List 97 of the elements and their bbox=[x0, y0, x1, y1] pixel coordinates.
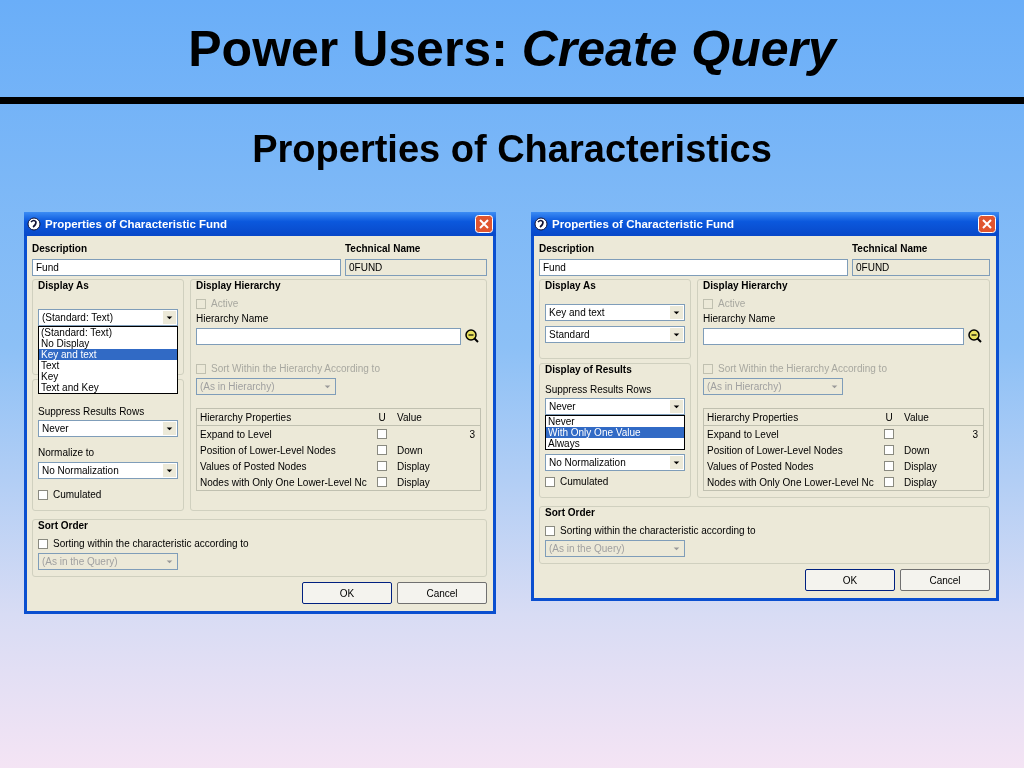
checkbox[interactable] bbox=[884, 461, 894, 471]
dropdown-option[interactable]: With Only One Value bbox=[546, 427, 684, 438]
dropdown[interactable]: Key and text bbox=[545, 304, 685, 321]
field-label: Description bbox=[539, 242, 595, 254]
dropdown[interactable]: Standard bbox=[545, 326, 685, 343]
checkbox-label: Active bbox=[718, 298, 746, 309]
checkbox[interactable] bbox=[377, 477, 387, 487]
hierarchy-name-field[interactable] bbox=[196, 327, 461, 345]
checkbox-label: Cumulated bbox=[560, 476, 609, 487]
checkbox-label: Sort Within the Hierarchy According to bbox=[211, 363, 380, 374]
app-icon bbox=[27, 217, 41, 231]
table-cell-text: Nodes with Only One Lower-Level Nc bbox=[706, 476, 875, 488]
dialog-button[interactable]: OK bbox=[302, 582, 392, 604]
caret-icon bbox=[670, 328, 683, 341]
technical-name-field: 0FUND bbox=[345, 259, 487, 276]
window-title: Properties of Characteristic Fund bbox=[45, 218, 229, 230]
field-label: Suppress Results Rows bbox=[38, 406, 146, 417]
checkbox-label: Cumulated bbox=[53, 489, 102, 500]
dialog-button[interactable]: OK bbox=[805, 569, 895, 591]
field-label: Hierarchy Name bbox=[196, 313, 270, 324]
table-cell-text: Values of Posted Nodes bbox=[706, 460, 815, 472]
group-title: Sort Order bbox=[38, 520, 89, 533]
checkbox[interactable] bbox=[377, 445, 387, 455]
dropdown-option[interactable]: No Display bbox=[39, 338, 177, 349]
group-title: Display Hierarchy bbox=[703, 280, 789, 293]
column-header: Value bbox=[396, 411, 423, 423]
description-field[interactable]: Fund bbox=[539, 259, 848, 276]
search-icon[interactable] bbox=[966, 327, 984, 345]
checkbox[interactable] bbox=[38, 489, 48, 500]
dropdown-option[interactable]: Text bbox=[39, 360, 177, 371]
table-cell-text: Down bbox=[396, 444, 424, 456]
dropdown-option[interactable]: (Standard: Text) bbox=[39, 327, 177, 338]
field-label: Normalize to bbox=[38, 447, 96, 459]
table-cell-text: Display bbox=[903, 476, 938, 488]
field-label: Hierarchy Name bbox=[703, 313, 777, 324]
technical-name-field: 0FUND bbox=[852, 259, 990, 276]
field-label: Suppress Results Rows bbox=[545, 384, 653, 395]
description-field[interactable]: Fund bbox=[32, 259, 341, 276]
caret-icon bbox=[670, 456, 683, 469]
table-cell-text: 3 bbox=[971, 428, 979, 440]
checkbox[interactable] bbox=[377, 429, 387, 439]
table-cell-text: Display bbox=[903, 460, 938, 472]
dialog-button[interactable]: Cancel bbox=[397, 582, 487, 604]
dropdown[interactable]: No Normalization bbox=[38, 462, 178, 479]
hierarchy-name-field[interactable] bbox=[703, 327, 964, 345]
group-title: Display of Results bbox=[545, 364, 633, 377]
window-title: Properties of Characteristic Fund bbox=[552, 218, 736, 230]
close-icon[interactable] bbox=[475, 215, 493, 233]
checkbox[interactable] bbox=[377, 461, 387, 471]
column-header: U bbox=[377, 411, 387, 423]
table-cell-text: Down bbox=[903, 444, 931, 456]
dropdown[interactable]: No Normalization bbox=[545, 454, 685, 471]
table-cell-text: Values of Posted Nodes bbox=[199, 460, 308, 472]
field-label: Description bbox=[32, 242, 88, 254]
group-title: Sort Order bbox=[545, 507, 596, 520]
dropdown-option[interactable]: Never bbox=[546, 416, 684, 427]
checkbox[interactable] bbox=[884, 477, 894, 487]
column-header: Hierarchy Properties bbox=[706, 411, 800, 423]
column-header: Value bbox=[903, 411, 930, 423]
checkbox-label: Sorting within the characteristic according to bbox=[53, 538, 249, 549]
dropdown-option[interactable]: Key and text bbox=[39, 349, 177, 360]
table-cell-text: Position of Lower-Level Nodes bbox=[199, 444, 337, 456]
column-header: Hierarchy Properties bbox=[199, 411, 293, 423]
table-cell-text: Position of Lower-Level Nodes bbox=[706, 444, 844, 456]
caret-icon bbox=[670, 400, 683, 413]
column-header: U bbox=[884, 411, 894, 423]
slide-title: Power Users: Create Query bbox=[188, 19, 836, 78]
checkbox-label: Sorting within the characteristic according to bbox=[560, 525, 756, 536]
caret-icon bbox=[163, 311, 176, 324]
caret-icon bbox=[670, 306, 683, 319]
group-title: Display Hierarchy bbox=[196, 280, 282, 293]
dialog-button[interactable]: Cancel bbox=[900, 569, 990, 591]
dropdown-option[interactable]: Key bbox=[39, 371, 177, 382]
slide-subtitle: Properties of Characteristics bbox=[251, 128, 773, 172]
table-cell-text: Expand to Level bbox=[199, 428, 273, 440]
table-cell-text: Nodes with Only One Lower-Level Nc bbox=[199, 476, 368, 488]
checkbox[interactable] bbox=[884, 429, 894, 439]
checkbox[interactable] bbox=[545, 476, 555, 487]
checkbox-label: Active bbox=[211, 298, 239, 309]
field-label: Technical Name bbox=[852, 242, 928, 254]
caret-icon bbox=[163, 464, 176, 477]
group-title: Display As bbox=[545, 280, 597, 293]
table-cell-text: 3 bbox=[468, 428, 476, 440]
search-icon[interactable] bbox=[463, 327, 481, 345]
dropdown-option[interactable]: Text and Key bbox=[39, 382, 177, 393]
app-icon bbox=[534, 217, 548, 231]
table-cell-text: Display bbox=[396, 476, 431, 488]
close-icon[interactable] bbox=[978, 215, 996, 233]
table-cell-text: Expand to Level bbox=[706, 428, 780, 440]
checkbox[interactable] bbox=[884, 445, 894, 455]
table-cell-text: Display bbox=[396, 460, 431, 472]
caret-icon bbox=[163, 422, 176, 435]
dropdown-option[interactable]: Always bbox=[546, 438, 684, 449]
field-label: Technical Name bbox=[345, 242, 421, 254]
group-title: Display As bbox=[38, 280, 90, 293]
dropdown[interactable]: Never bbox=[38, 420, 178, 437]
checkbox-label: Sort Within the Hierarchy According to bbox=[718, 363, 887, 374]
